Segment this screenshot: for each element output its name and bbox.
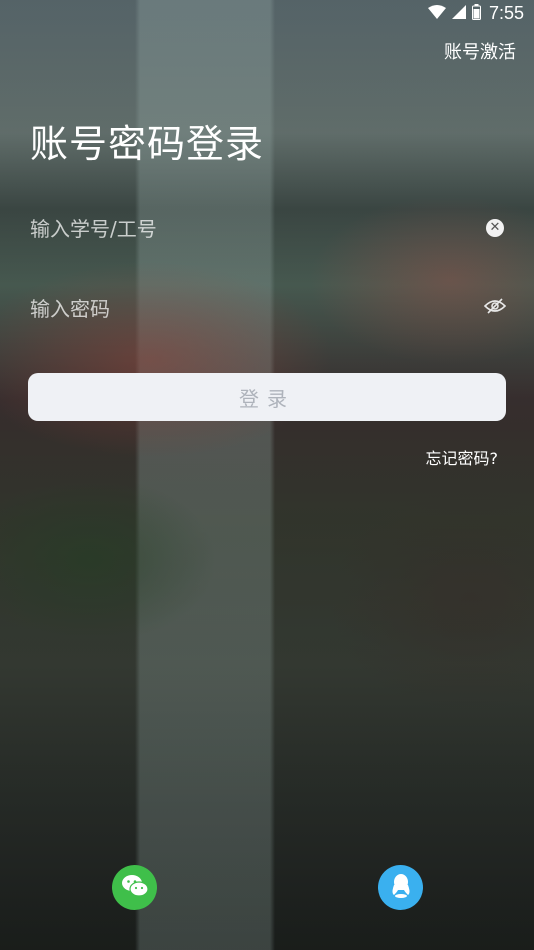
status-time: 7:55 xyxy=(488,3,524,23)
password-field-container xyxy=(30,289,507,329)
password-visibility-toggle[interactable] xyxy=(483,297,507,319)
username-field-container: ✕ xyxy=(30,209,506,249)
eye-hidden-icon xyxy=(483,298,507,318)
clear-icon: ✕ xyxy=(486,219,504,237)
signal-icon xyxy=(451,4,466,23)
login-screen: 7:55 账号激活 账号密码登录 ✕ 登录 忘记密码? xyxy=(0,0,534,950)
page-title: 账号密码登录 xyxy=(30,122,265,166)
qq-icon xyxy=(390,873,412,903)
username-input[interactable] xyxy=(30,209,506,249)
login-button[interactable]: 登录 xyxy=(28,373,506,421)
forgot-password-link[interactable]: 忘记密码? xyxy=(426,445,499,469)
clear-input-button[interactable]: ✕ xyxy=(484,217,506,239)
password-input[interactable] xyxy=(30,289,506,329)
account-activate-link[interactable]: 账号激活 xyxy=(444,38,516,64)
wechat-login-button[interactable] xyxy=(112,865,157,910)
status-icons: 7:55 xyxy=(427,3,524,24)
wechat-icon xyxy=(121,874,149,902)
qq-login-button[interactable] xyxy=(378,865,423,910)
status-bar: 7:55 xyxy=(0,0,534,28)
battery-icon xyxy=(471,3,481,24)
wifi-icon xyxy=(427,4,446,23)
